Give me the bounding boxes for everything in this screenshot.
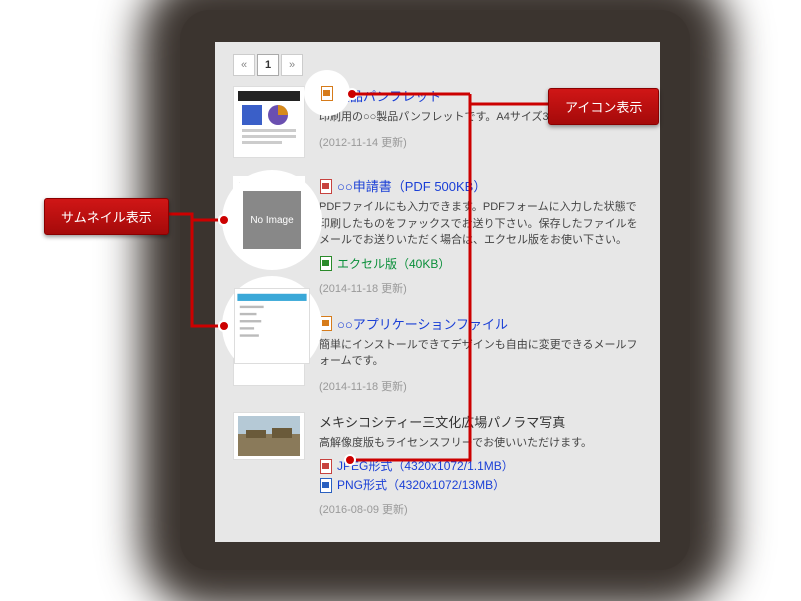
item-updated: (2012-11-14 更新) (319, 134, 642, 150)
item-plain-title: メキシコシティー三文化広場パノラマ写真 (319, 412, 565, 431)
pager: « 1 » (233, 54, 642, 76)
item-desc: 高解像度版もライセンスフリーでお使いいただけます。 (319, 435, 642, 452)
file-icon (319, 478, 333, 492)
list-item: メキシコシティー三文化広場パノラマ写真 高解像度版もライセンスフリーでお使いいた… (233, 412, 642, 518)
item-download-link[interactable]: PNG形式（4320x1072/13MB） (337, 476, 505, 493)
item-updated: (2014-11-18 更新) (319, 280, 642, 296)
file-icon (319, 256, 333, 270)
item-title-link[interactable]: ○○アプリケーションファイル (337, 314, 508, 333)
callout-icon: アイコン表示 (548, 88, 659, 125)
thumb-box (234, 288, 310, 364)
item-title-link[interactable]: ○○申請書（PDF 500KB） (337, 176, 486, 195)
thumbnail (233, 412, 305, 460)
spotlight-thumbnail: No Image (222, 170, 322, 270)
item-extra-link[interactable]: エクセル版（40KB） (337, 255, 450, 272)
spotlight-thumbnail (222, 276, 322, 376)
item-content: メキシコシティー三文化広場パノラマ写真 高解像度版もライセンスフリーでお使いいた… (319, 412, 642, 518)
file-icon (319, 179, 333, 193)
item-content: ○○アプリケーションファイル 簡単にインストールできてデザインも自由に変更できる… (319, 314, 642, 394)
pager-prev[interactable]: « (233, 54, 255, 76)
spotlight-icon (304, 70, 350, 116)
item-title-link[interactable]: 製品パンフレット (337, 86, 441, 105)
item-updated: (2014-11-18 更新) (319, 378, 642, 394)
thumbnail (233, 86, 305, 158)
file-icon (320, 86, 334, 100)
item-content: ○○申請書（PDF 500KB） PDFファイルにも入力できます。PDFフォーム… (319, 176, 642, 296)
item-desc: PDFファイルにも入力できます。PDFフォームに入力した状態で印刷したものをファ… (319, 199, 642, 249)
noimage-box: No Image (238, 186, 306, 254)
item-download-link[interactable]: JPEG形式（4320x1072/1.1MB） (337, 457, 514, 474)
pager-current[interactable]: 1 (257, 54, 279, 76)
pager-next[interactable]: » (281, 54, 303, 76)
item-updated: (2016-08-09 更新) (319, 501, 642, 517)
callout-thumbnail: サムネイル表示 (44, 198, 169, 235)
file-icon (319, 459, 333, 473)
item-desc: 簡単にインストールできてデザインも自由に変更できるメールフォームです。 (319, 337, 642, 370)
